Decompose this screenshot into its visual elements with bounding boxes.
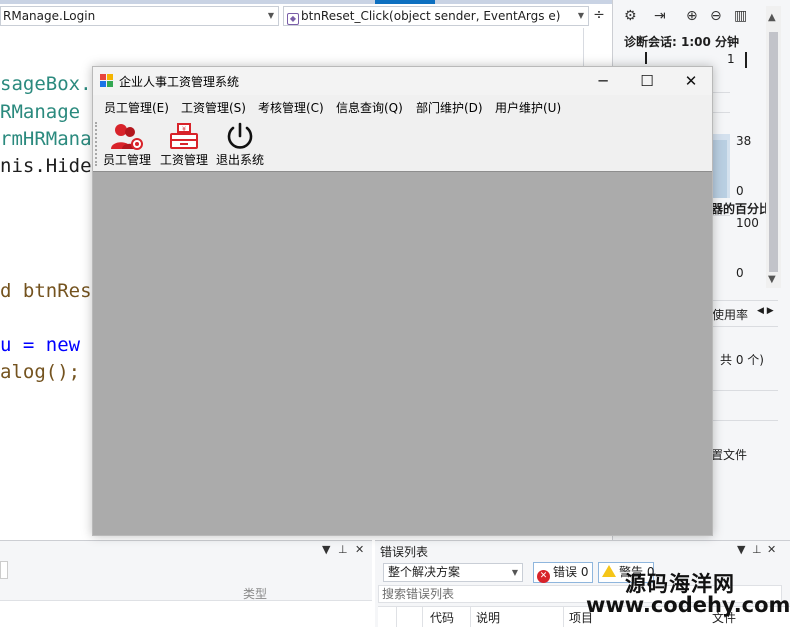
event-count: 、共 0 个) [708, 353, 764, 367]
panel-divider [712, 390, 778, 391]
menu-salary[interactable]: 工资管理(S) [181, 99, 246, 116]
exit-toolbar-button[interactable]: 退出系统 [214, 120, 266, 168]
warning-icon [602, 565, 616, 577]
code-line: sageBox.S [0, 73, 103, 95]
panel-divider [712, 300, 778, 301]
scope-dropdown[interactable]: 整个解决方案 ▼ [383, 563, 523, 582]
errors-filter-button[interactable]: ✕ 错误 0 [533, 562, 593, 583]
timeline-label: 1 [727, 52, 735, 66]
error-list-title: 错误列表 [380, 545, 429, 559]
zoom-in-icon[interactable]: ⊕ [686, 8, 698, 24]
method-icon: ◆ [287, 13, 299, 25]
active-tab-indicator [375, 0, 435, 4]
dropdown-icon[interactable]: ▼ [737, 543, 745, 556]
code-line: u = new [0, 334, 81, 356]
window-title: 企业人事工资管理系统 [119, 75, 240, 89]
menu-query[interactable]: 信息查询(Q) [336, 99, 403, 116]
menu-employee[interactable]: 员工管理(E) [104, 99, 169, 116]
scope-value: 整个解决方案 [388, 565, 461, 579]
timeline-tick [745, 52, 747, 68]
code-line: rmHRManag [0, 128, 103, 150]
gear-icon[interactable]: ⚙ [624, 8, 637, 24]
chart-max-value: 38 [736, 134, 752, 148]
diagnostic-toolbar: ⚙ ⇥ ⊕ ⊖ ▥ [612, 6, 772, 30]
method-dropdown-value: btnReset_Click(object sender, EventArgs … [301, 9, 561, 23]
tab-nav-arrows-icon[interactable]: ◀ ▶ [757, 306, 774, 316]
minimize-icon[interactable]: ─ [581, 67, 625, 95]
error-icon: ✕ [537, 570, 550, 583]
column-header-code[interactable]: 代码 [430, 609, 454, 626]
salary-toolbar-label: 工资管理 [159, 153, 208, 167]
code-line: alog(); [0, 361, 81, 383]
zoom-out-icon[interactable]: ⊖ [710, 8, 722, 24]
diagnostic-scrollbar[interactable]: ▲ ▼ [766, 6, 781, 288]
class-dropdown-value: RManage.Login [3, 9, 96, 23]
column-header-description[interactable]: 说明 [476, 609, 500, 626]
chart-gridline [712, 112, 730, 113]
method-dropdown[interactable]: ◆ btnReset_Click(object sender, EventArgs… [283, 6, 589, 26]
column-separator [422, 606, 423, 627]
code-line: nis.Hide( [0, 155, 103, 177]
panel-divider [712, 420, 778, 421]
memory-chart-fill [712, 140, 727, 198]
column-separator [563, 606, 564, 627]
menu-department[interactable]: 部门维护(D) [416, 99, 483, 116]
app-icon [100, 74, 114, 87]
employee-toolbar-label: 员工管理 [102, 153, 151, 167]
code-line: d btnRese [0, 280, 103, 302]
chevron-down-icon: ▼ [267, 11, 274, 20]
register-icon: ¥ [170, 123, 198, 149]
scroll-thumb[interactable] [769, 32, 778, 272]
chart-max-value: 100 [736, 216, 759, 230]
chevron-down-icon: ▼ [511, 568, 518, 577]
pin-icon[interactable]: ⊥ [752, 543, 762, 556]
toolbar: 员工管理 ¥ 工资管理 退出系统 [93, 118, 712, 170]
chart-gridline [712, 215, 730, 216]
menu-user[interactable]: 用户维护(U) [495, 99, 561, 116]
employee-toolbar-button[interactable]: 员工管理 [102, 120, 152, 168]
close-icon[interactable]: ✕ [355, 543, 364, 556]
scroll-down-icon[interactable]: ▼ [768, 274, 776, 285]
mdi-client-area[interactable] [93, 171, 712, 535]
chevron-down-icon: ▼ [577, 11, 584, 20]
users-icon [111, 124, 143, 150]
pin-icon[interactable]: ⊥ [338, 543, 348, 556]
maximize-icon[interactable]: ☐ [625, 67, 669, 95]
salary-toolbar-button[interactable]: ¥ 工资管理 [159, 120, 209, 168]
split-editor-icon[interactable]: ÷ [590, 6, 608, 26]
dropdown-icon[interactable]: ▼ [322, 543, 330, 556]
close-icon[interactable]: ✕ [767, 543, 776, 556]
column-separator [470, 606, 471, 627]
class-dropdown[interactable]: RManage.Login ▼ [0, 6, 279, 26]
scroll-up-icon[interactable]: ▲ [768, 12, 776, 23]
session-duration: 诊断会话: 1:00 分钟 [624, 35, 740, 49]
title-bar[interactable]: 企业人事工资管理系统 ─ ☐ ✕ [93, 67, 712, 95]
errors-count: 错误 0 [553, 565, 589, 579]
power-icon [227, 122, 253, 149]
chart-gridline [712, 92, 730, 93]
column-separator [396, 606, 397, 627]
code-line: RManage f [0, 101, 103, 123]
timeline-tick [645, 52, 647, 64]
profile-label[interactable]: 置文件 [711, 446, 747, 463]
chart-min-value: 0 [736, 184, 744, 198]
panel-grid [0, 600, 372, 627]
svg-text:¥: ¥ [182, 126, 186, 133]
usage-tab[interactable]: 使用率 [712, 306, 748, 323]
menu-bar: 员工管理(E) 工资管理(S) 考核管理(C) 信息查询(Q) 部门维护(D) … [93, 95, 712, 117]
chart-min-value: 0 [736, 266, 744, 280]
export-icon[interactable]: ⇥ [654, 8, 666, 24]
panel-divider [712, 326, 778, 327]
close-icon[interactable]: ✕ [669, 67, 713, 95]
watermark-url: www.codehy.com [586, 593, 790, 617]
exit-toolbar-label: 退出系统 [215, 153, 264, 167]
chart-icon[interactable]: ▥ [734, 8, 747, 24]
app-window: 企业人事工资管理系统 ─ ☐ ✕ 员工管理(E) 工资管理(S) 考核管理(C)… [92, 66, 713, 536]
menu-assessment[interactable]: 考核管理(C) [258, 99, 324, 116]
panel-field[interactable] [0, 561, 8, 579]
